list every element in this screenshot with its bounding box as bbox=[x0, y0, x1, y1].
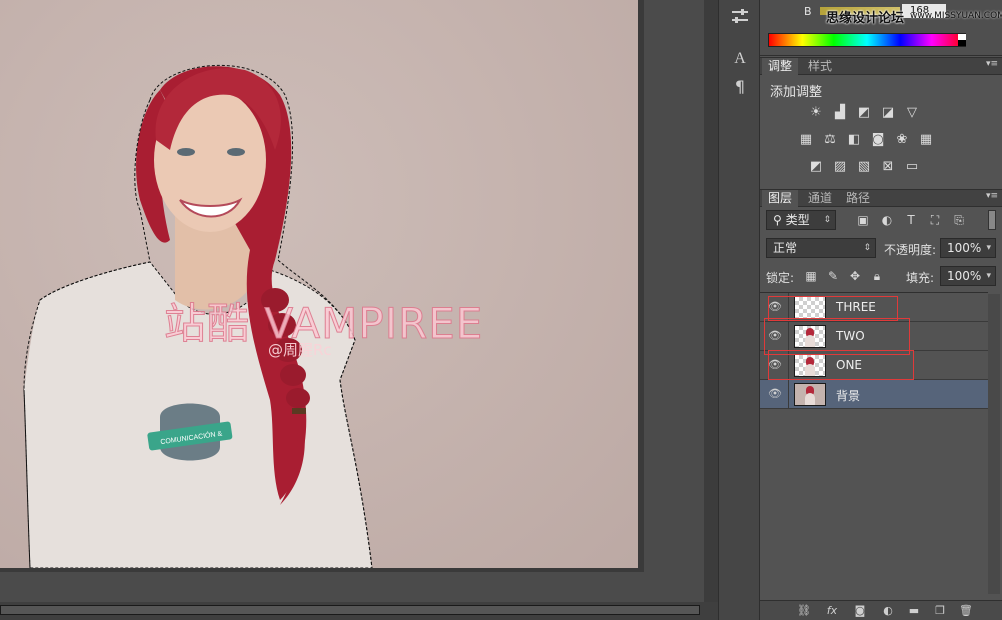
lock-transparent-icon[interactable]: ▦ bbox=[804, 269, 818, 283]
color-lookup-icon[interactable]: ▦ bbox=[918, 133, 934, 147]
layer-row-background[interactable]: 👁︎ 背景 bbox=[760, 380, 988, 409]
dropdown-arrow-icon[interactable]: ▾ bbox=[986, 239, 991, 257]
channel-label: B bbox=[804, 5, 812, 18]
fill-value: 100% bbox=[947, 269, 982, 283]
layer-filter-select[interactable]: ⚲ 类型 ⇕ bbox=[766, 210, 836, 230]
trash-icon[interactable]: 🗑︎ bbox=[958, 603, 974, 619]
character-panel-icon[interactable]: A bbox=[727, 48, 753, 70]
pixel-filter-icon[interactable]: ▣ bbox=[856, 213, 870, 227]
selective-color-icon[interactable]: ⊠ bbox=[880, 160, 896, 174]
threshold-icon[interactable]: ▧ bbox=[856, 160, 872, 174]
site-watermark-url: www.MISSYUAN.COM bbox=[910, 11, 1002, 21]
paragraph-panel-icon[interactable]: ¶ bbox=[727, 76, 753, 98]
watermark-handle: @周腥Rc bbox=[268, 341, 332, 359]
adjustment-filter-icon[interactable]: ◐ bbox=[880, 213, 894, 227]
levels-icon[interactable]: ▟ bbox=[832, 106, 848, 120]
dropdown-arrow-icon[interactable]: ▾ bbox=[986, 267, 991, 285]
color-panel: B 168 思缘设计论坛 www.MISSYUAN.COM bbox=[760, 0, 1002, 56]
black-white-swatch[interactable] bbox=[958, 34, 966, 46]
scroll-thumb[interactable] bbox=[0, 605, 700, 615]
color-balance-icon[interactable]: ⚖ bbox=[822, 133, 838, 147]
layers-scrollbar[interactable] bbox=[988, 294, 1000, 594]
new-layer-icon[interactable]: ❐ bbox=[932, 603, 948, 619]
hue-saturation-icon[interactable]: ▦ bbox=[798, 133, 814, 147]
tab-paths[interactable]: 路径 bbox=[840, 190, 876, 207]
photo-woman: COMUNICACIÓN & bbox=[23, 64, 373, 568]
fill-field[interactable]: 100% ▾ bbox=[940, 266, 996, 286]
divider bbox=[788, 380, 789, 409]
gradient-map-icon[interactable]: ▭ bbox=[904, 160, 920, 174]
tab-adjustments[interactable]: 调整 bbox=[762, 58, 799, 75]
folder-icon[interactable]: ▬ bbox=[906, 603, 922, 619]
updown-icon: ⇕ bbox=[863, 243, 871, 253]
black-white-icon[interactable]: ◧ bbox=[846, 133, 862, 147]
search-icon: ⚲ bbox=[773, 213, 782, 227]
tab-layers[interactable]: 图层 bbox=[762, 190, 799, 207]
exposure-icon[interactable]: ◪ bbox=[880, 106, 896, 120]
lock-brush-icon[interactable]: ✎ bbox=[826, 269, 840, 283]
highlight-box-one bbox=[768, 350, 914, 380]
adjustments-tabbar: 调整 样式 ▾≡ bbox=[760, 57, 1002, 75]
tab-channels[interactable]: 通道 bbox=[802, 190, 838, 207]
vibrance-icon[interactable]: ▽ bbox=[904, 106, 920, 120]
canvas-area[interactable]: COMUNICACIÓN & 站酷 VAMPIREE @周腥Rc bbox=[0, 0, 718, 620]
updown-icon: ⇕ bbox=[823, 215, 831, 225]
color-spectrum[interactable] bbox=[768, 33, 966, 47]
layer-filter-value: 类型 bbox=[785, 213, 810, 227]
layer-thumbnail bbox=[794, 383, 826, 406]
opacity-label: 不透明度: bbox=[884, 243, 937, 257]
panel-menu-icon[interactable]: ▾≡ bbox=[986, 191, 998, 201]
fill-label: 填充: bbox=[906, 271, 935, 285]
layers-footer: ⛓ fx ◙ ◐ ▬ ❐ 🗑︎ bbox=[760, 600, 1002, 620]
posterize-icon[interactable]: ▨ bbox=[832, 160, 848, 174]
panel-menu-icon[interactable]: ▾≡ bbox=[986, 59, 998, 69]
photo-filter-icon[interactable]: ◙ bbox=[870, 133, 886, 147]
link-icon[interactable]: ⛓ bbox=[796, 603, 812, 619]
opacity-field[interactable]: 100% ▾ bbox=[940, 238, 996, 258]
invert-icon[interactable]: ◩ bbox=[808, 160, 824, 174]
panel-dock-strip: A ¶ bbox=[718, 0, 760, 620]
properties-sliders-icon[interactable] bbox=[727, 8, 753, 30]
site-watermark: 思缘设计论坛 bbox=[826, 11, 905, 26]
filter-toggle[interactable] bbox=[988, 210, 996, 230]
vertical-scrollbar[interactable] bbox=[704, 0, 718, 620]
channel-mixer-icon[interactable]: ❀ bbox=[894, 133, 910, 147]
type-filter-icon[interactable]: T bbox=[904, 213, 918, 227]
opacity-value: 100% bbox=[947, 241, 982, 255]
adjustment-layer-icon[interactable]: ◐ bbox=[880, 603, 896, 619]
fx-icon[interactable]: fx bbox=[824, 603, 840, 619]
horizontal-scrollbar[interactable] bbox=[0, 602, 718, 620]
layers-tabbar: 图层 通道 路径 ▾≡ bbox=[760, 189, 1002, 207]
lock-label: 锁定: bbox=[766, 271, 795, 285]
blend-mode-select[interactable]: 正常 ⇕ bbox=[766, 238, 876, 258]
right-panels: B 168 思缘设计论坛 www.MISSYUAN.COM 调整 样式 ▾≡ 添… bbox=[760, 0, 1002, 620]
document-shadow-bottom bbox=[0, 568, 644, 572]
tab-styles[interactable]: 样式 bbox=[802, 58, 838, 75]
eye-icon[interactable]: 👁︎ bbox=[768, 387, 782, 401]
document-shadow bbox=[638, 0, 644, 572]
smart-object-filter-icon[interactable]: ⎘ bbox=[952, 213, 966, 227]
lock-position-icon[interactable]: ✥ bbox=[848, 269, 862, 283]
document-canvas[interactable]: COMUNICACIÓN & 站酷 VAMPIREE @周腥Rc bbox=[0, 0, 638, 568]
mask-icon[interactable]: ◙ bbox=[852, 603, 868, 619]
blend-mode-value: 正常 bbox=[773, 241, 798, 255]
adjustments-title: 添加调整 bbox=[770, 85, 823, 100]
brightness-icon[interactable]: ☀ bbox=[808, 106, 824, 120]
curves-icon[interactable]: ◩ bbox=[856, 106, 872, 120]
shape-filter-icon[interactable]: ⛶ bbox=[928, 213, 942, 227]
lock-all-icon[interactable]: 🔒︎ bbox=[870, 269, 884, 283]
layer-name: 背景 bbox=[836, 389, 861, 403]
